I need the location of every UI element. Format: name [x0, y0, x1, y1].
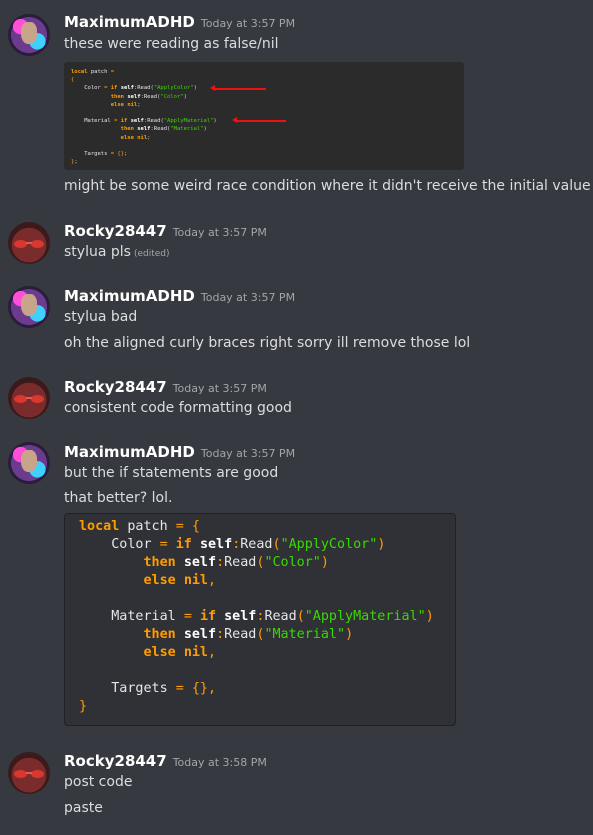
username[interactable]: MaximumADHD: [64, 287, 195, 305]
timestamp: Today at 3:57 PM: [200, 17, 296, 30]
red-arrow-annotation: [232, 117, 286, 123]
avatar[interactable]: [8, 14, 50, 56]
username[interactable]: Rocky28447: [64, 752, 167, 770]
username[interactable]: MaximumADHD: [64, 443, 195, 461]
username[interactable]: Rocky28447: [64, 378, 167, 396]
avatar[interactable]: [8, 222, 50, 264]
avatar[interactable]: [8, 377, 50, 419]
avatar[interactable]: [8, 752, 50, 794]
message-text: stylua bad: [64, 309, 138, 325]
message-text: that better? lol.: [64, 490, 173, 506]
code-block[interactable]: local patch = { Color = if self:Read("Ap…: [64, 513, 456, 726]
timestamp: Today at 3:57 PM: [200, 447, 296, 460]
message-text: might be some weird race condition where…: [64, 178, 593, 194]
username[interactable]: Rocky28447: [64, 222, 167, 240]
message-text: consistent code formatting good: [64, 400, 292, 416]
edited-label: (edited): [133, 249, 170, 259]
avatar[interactable]: [8, 286, 50, 328]
timestamp: Today at 3:57 PM: [172, 226, 267, 239]
message-text: post code: [64, 774, 133, 790]
message-text: these were reading as false/nil: [64, 36, 279, 52]
timestamp: Today at 3:58 PM: [172, 756, 267, 769]
username[interactable]: MaximumADHD: [64, 13, 195, 31]
message-text: oh the aligned curly braces right sorry …: [64, 335, 471, 351]
message-text: but the if statements are good: [64, 465, 279, 481]
code-screenshot-image[interactable]: local patch = { Color = if self:Read("Ap…: [64, 62, 464, 170]
avatar[interactable]: [8, 442, 50, 484]
timestamp: Today at 3:57 PM: [172, 382, 267, 395]
message-text: paste: [64, 800, 103, 816]
message-text: stylua pls (edited): [64, 244, 170, 260]
timestamp: Today at 3:57 PM: [200, 291, 296, 304]
red-arrow-annotation: [210, 85, 266, 91]
